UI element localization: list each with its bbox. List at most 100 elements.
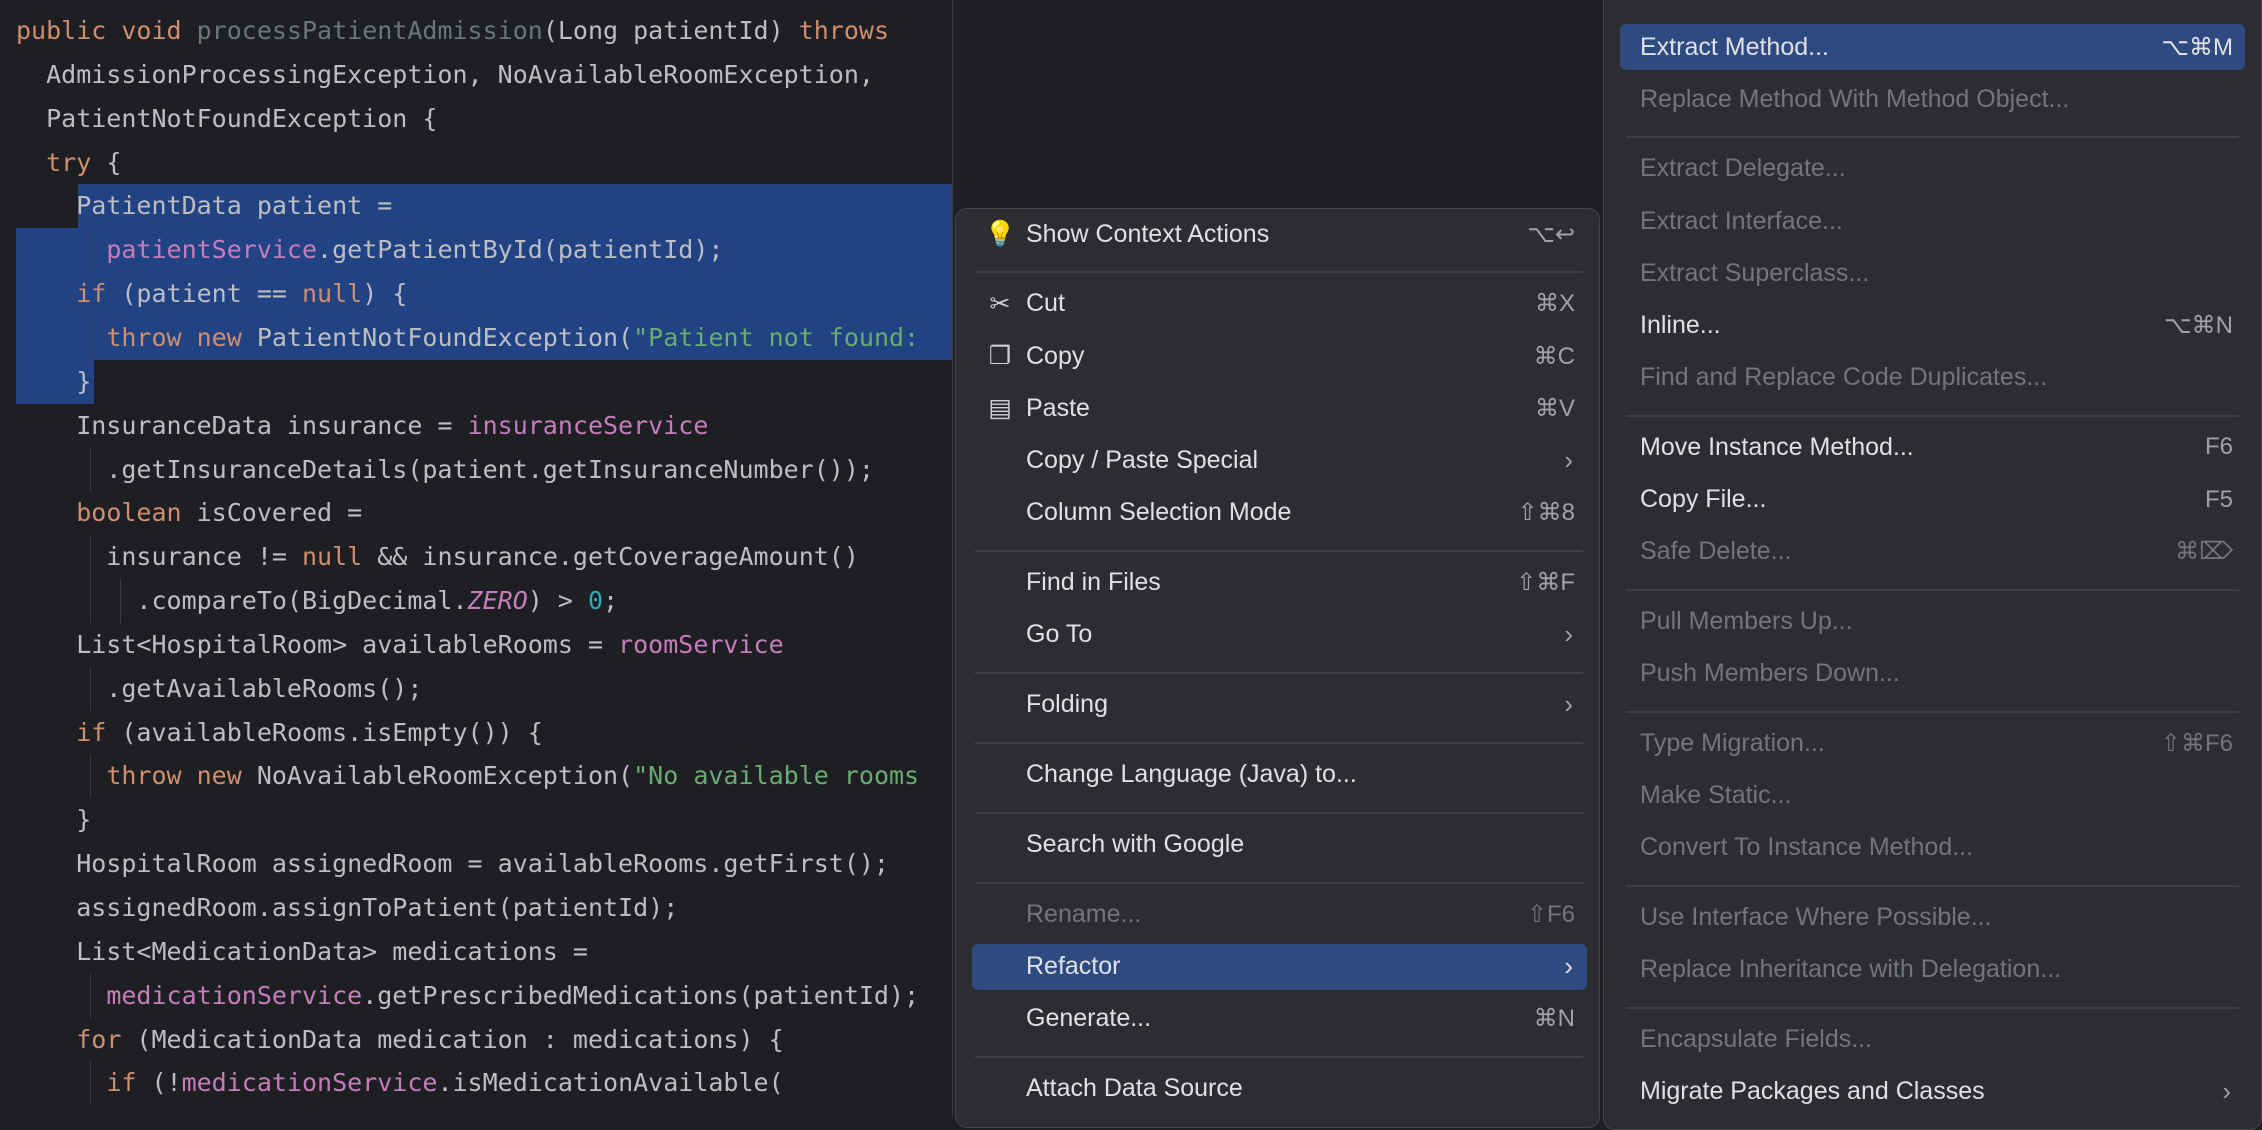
code-token: if	[106, 1068, 137, 1098]
code-text: InsuranceData insurance = insuranceServi…	[16, 404, 708, 448]
code-token: }	[16, 805, 92, 835]
shortcut-hint: ⇧⌘8	[1517, 499, 1575, 527]
menu-item-replace-method-with-method-object[interactable]: Replace Method With Method Object...	[1620, 76, 2245, 122]
code-token: {	[91, 147, 122, 177]
code-token: isCovered =	[181, 498, 363, 528]
menu-item-copy-file[interactable]: Copy File... F5	[1620, 477, 2245, 523]
code-text: assignedRoom.assignToPatient(patientId);	[16, 886, 678, 930]
refactor-submenu: Extract Method... ⌥⌘M Replace Method With …	[1603, 0, 2262, 1130]
menu-item-label: Change Language (Java) to...	[1026, 760, 1357, 789]
shortcut-hint: ⌥⌘M	[2161, 33, 2233, 61]
menu-item-label: Copy / Paste Special	[1026, 446, 1259, 474]
menu-item-use-interface-where-possible[interactable]: Use Interface Where Possible...	[1620, 895, 2245, 941]
code-text: public void processPatientAdmission(Long…	[16, 9, 889, 53]
code-text: if (availableRooms.isEmpty()) {	[16, 711, 543, 755]
right-margin-guide	[952, 0, 953, 1116]
menu-item-paste[interactable]: ▤ Paste ⌘V	[972, 385, 1587, 431]
menu-item-attach-data-source[interactable]: Attach Data Source	[972, 1066, 1587, 1112]
menu-separator	[975, 741, 1583, 744]
code-token: .getAvailableRooms();	[16, 673, 423, 703]
menu-item-label: Folding	[1026, 690, 1108, 719]
menu-item-convert-to-instance-method[interactable]: Convert To Instance Method...	[1620, 825, 2245, 871]
menu-item-generate[interactable]: Generate... ⌘N	[972, 996, 1587, 1042]
menu-item-label: Refactor	[1026, 952, 1121, 981]
chevron-right-icon: ›	[1564, 689, 1573, 720]
code-text: throw new PatientNotFoundException("Pati…	[16, 316, 919, 360]
menu-separator	[1626, 136, 2239, 139]
menu-item-label: Find in Files	[1026, 568, 1161, 597]
menu-item-label: Use Interface Where Possible...	[1640, 903, 1992, 931]
code-text: if (patient == null) {	[16, 272, 407, 316]
code-token: insuranceService	[467, 410, 709, 440]
code-text: if (!medicationService.isMedicationAvail…	[16, 1061, 783, 1105]
menu-separator	[975, 811, 1583, 814]
menu-item-type-migration[interactable]: Type Migration... ⇧⌘F6	[1620, 720, 2245, 766]
code-token: HospitalRoom assignedRoom = availableRoo…	[16, 849, 889, 879]
shortcut-hint: ⌘N	[1533, 1005, 1575, 1033]
code-token: }	[16, 366, 92, 396]
menu-item-label: Pull Members Up...	[1640, 607, 1853, 635]
code-token: roomService	[618, 629, 784, 659]
menu-item-cut[interactable]: ✂ Cut ⌘X	[972, 281, 1587, 327]
menu-item-extract-method[interactable]: Extract Method... ⌥⌘M	[1620, 24, 2245, 70]
menu-item-safe-delete[interactable]: Safe Delete... ⌘⌦	[1620, 529, 2245, 575]
menu-item-label: Replace Inheritance with Delegation...	[1640, 955, 2062, 984]
menu-item-go-to[interactable]: Go To ›	[972, 612, 1587, 658]
menu-item-move-instance-method[interactable]: Move Instance Method... F6	[1620, 424, 2245, 470]
menu-item-push-members-down[interactable]: Push Members Down...	[1620, 651, 2245, 697]
chevron-right-icon: ›	[1564, 619, 1573, 650]
code-token: throw new	[106, 761, 257, 791]
code-token: "Patient not found:	[633, 322, 920, 352]
menu-item-copy[interactable]: ❐ Copy ⌘C	[972, 333, 1587, 379]
menu-separator	[1626, 884, 2239, 887]
code-token: (!	[136, 1068, 182, 1098]
menu-item-label: Extract Superclass...	[1640, 258, 1870, 287]
menu-item-folding[interactable]: Folding ›	[972, 682, 1587, 728]
menu-separator	[975, 881, 1583, 884]
code-token: (Long patientId)	[542, 16, 799, 45]
code-token: assignedRoom.assignToPatient(patientId);	[16, 893, 679, 922]
code-token: patientService	[106, 235, 318, 265]
code-token: medicationService	[181, 1068, 438, 1098]
code-token: throw new	[106, 322, 257, 352]
menu-separator	[975, 271, 1583, 274]
menu-item-label: Generate...	[1026, 1004, 1152, 1033]
menu-item-make-static[interactable]: Make Static...	[1620, 773, 2245, 819]
menu-item-extract-delegate[interactable]: Extract Delegate...	[1620, 146, 2245, 192]
menu-separator	[975, 671, 1583, 674]
menu-item-find-in-files[interactable]: Find in Files ⇧⌘F	[972, 560, 1587, 606]
code-text: AdmissionProcessingException, NoAvailabl…	[16, 53, 874, 97]
menu-item-show-context-actions[interactable]: 💡 Show Context Actions ⌥↩	[972, 211, 1587, 257]
code-text: try {	[16, 141, 121, 185]
menu-item-migrate-packages-and-classes[interactable]: Migrate Packages and Classes ›	[1620, 1069, 2245, 1115]
menu-item-replace-inheritance-with-delegation[interactable]: Replace Inheritance with Delegation...	[1620, 947, 2245, 993]
menu-item-extract-superclass[interactable]: Extract Superclass...	[1620, 250, 2245, 296]
menu-item-label: Find and Replace Code Duplicates...	[1640, 363, 2048, 392]
code-token: InsuranceData insurance =	[16, 410, 468, 440]
chevron-right-icon: ›	[1564, 445, 1573, 475]
menu-item-pull-members-up[interactable]: Pull Members Up...	[1620, 599, 2245, 645]
code-text: }	[16, 798, 91, 842]
chevron-right-icon: ›	[2222, 1076, 2231, 1107]
menu-item-label: Convert To Instance Method...	[1640, 833, 1974, 862]
menu-item-find-and-replace-code-duplicates[interactable]: Find and Replace Code Duplicates...	[1620, 355, 2245, 401]
menu-item-inline[interactable]: Inline... ⌥⌘N	[1620, 303, 2245, 349]
menu-item-change-language-java-to[interactable]: Change Language (Java) to...	[972, 752, 1587, 798]
menu-item-search-with-google[interactable]: Search with Google	[972, 822, 1587, 868]
code-token: List<HospitalRoom> availableRooms =	[16, 629, 619, 659]
menu-item-extract-interface[interactable]: Extract Interface...	[1620, 198, 2245, 244]
menu-item-rename[interactable]: Rename... ⇧F6	[972, 891, 1587, 937]
menu-item-refactor[interactable]: Refactor ›	[972, 943, 1587, 990]
menu-item-label: Cut	[1026, 289, 1065, 318]
menu-item-label: Copy File...	[1640, 485, 1767, 514]
menu-item-column-selection-mode[interactable]: Column Selection Mode ⇧⌘8	[972, 490, 1587, 536]
code-token: public	[16, 16, 122, 45]
menu-item-copy-paste-special[interactable]: Copy / Paste Special ›	[972, 438, 1587, 484]
code-text: throw new NoAvailableRoomException("No a…	[16, 754, 919, 798]
code-token: (availableRooms.isEmpty()) {	[106, 717, 543, 747]
code-token: .getPatientById(patientId);	[317, 235, 724, 265]
menu-item-encapsulate-fields[interactable]: Encapsulate Fields...	[1620, 1016, 2245, 1062]
menu-item-label: Paste	[1026, 393, 1090, 422]
menu-item-label: Search with Google	[1026, 830, 1245, 858]
